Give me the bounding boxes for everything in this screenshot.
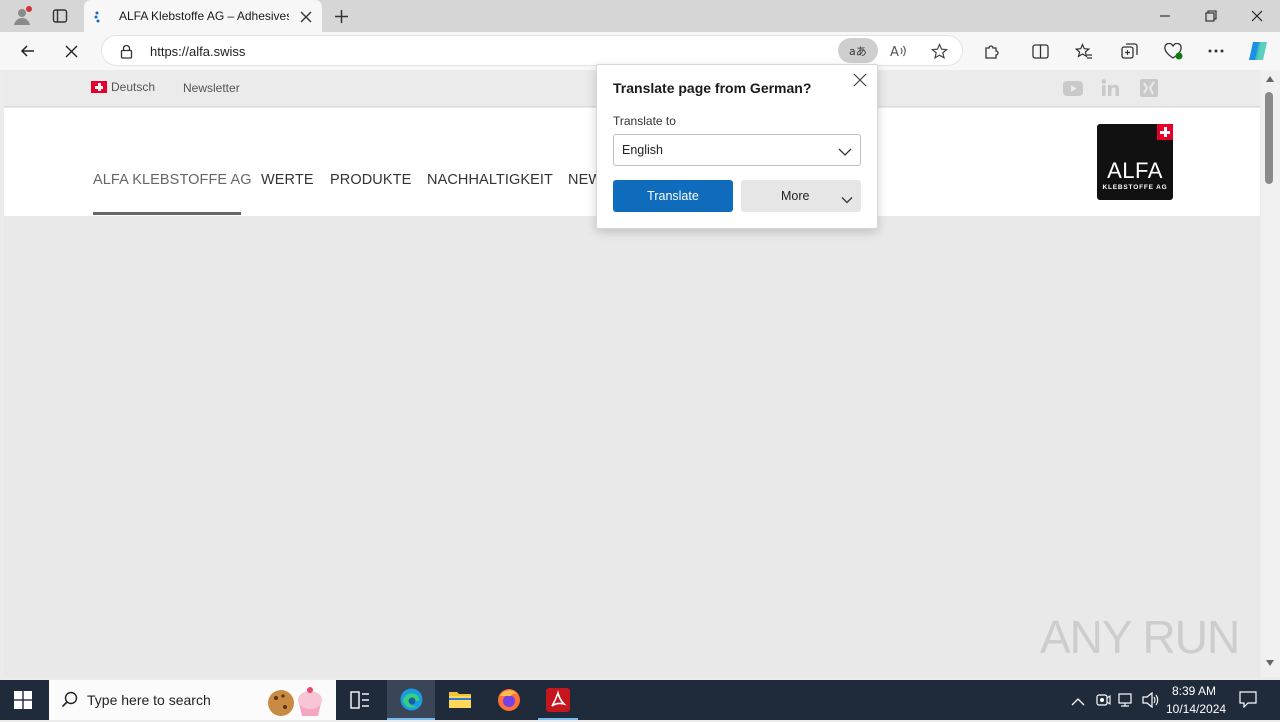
- read-aloud-icon[interactable]: A: [888, 41, 910, 61]
- translate-button[interactable]: Translate: [613, 180, 733, 212]
- start-button-icon[interactable]: [14, 691, 34, 709]
- network-icon[interactable]: [1118, 692, 1135, 713]
- swiss-flag-icon: [91, 81, 107, 93]
- watermark: ANY RUN: [1040, 611, 1240, 663]
- search-icon: [61, 691, 78, 713]
- nav-produkte[interactable]: PRODUKTE: [330, 172, 411, 188]
- nav-alfa-klebstoffe[interactable]: ALFA KLEBSTOFFE AG: [93, 172, 252, 188]
- stop-loading-icon[interactable]: [61, 41, 81, 61]
- extensions-icon[interactable]: [980, 40, 1002, 62]
- profile-icon[interactable]: [10, 5, 34, 27]
- svg-text:aあ: aあ: [849, 45, 867, 58]
- logo-text: ALFA: [1107, 158, 1163, 183]
- chevron-down-icon: [838, 144, 852, 162]
- browser-title-bar: ALFA Klebstoffe AG – Adhesives...: [0, 0, 1280, 33]
- edge-icon: [399, 687, 424, 717]
- language-label: Deutsch: [111, 80, 156, 94]
- more-menu-icon[interactable]: [1205, 40, 1227, 62]
- url-text: https://alfa.swiss: [150, 44, 246, 59]
- more-button[interactable]: More: [741, 180, 861, 212]
- active-nav-underline: [93, 212, 241, 215]
- page-scrollbar[interactable]: [1261, 70, 1280, 677]
- clock-time[interactable]: 8:39 AM: [1172, 684, 1216, 698]
- translate-to-label: Translate to: [613, 114, 676, 128]
- firefox-icon[interactable]: [497, 688, 521, 712]
- linkedin-icon[interactable]: [1101, 79, 1121, 97]
- browser-essentials-icon[interactable]: [1162, 40, 1184, 62]
- more-button-label: More: [781, 189, 810, 203]
- loading-favicon-icon: [92, 9, 108, 25]
- target-language-select[interactable]: English: [613, 134, 861, 166]
- close-window-icon[interactable]: [1247, 6, 1267, 26]
- address-bar[interactable]: https://alfa.swiss aあ A: [101, 35, 963, 66]
- new-tab-icon[interactable]: [331, 6, 351, 26]
- restore-icon[interactable]: [1201, 6, 1221, 26]
- logo-swiss-cross: [1157, 124, 1173, 140]
- svg-text:A: A: [890, 45, 899, 59]
- xing-icon[interactable]: [1140, 79, 1158, 97]
- translate-popup-title: Translate page from German?: [613, 80, 812, 96]
- search-highlight-icon: [265, 683, 327, 717]
- back-icon[interactable]: [17, 41, 39, 61]
- translate-icon: aあ: [849, 45, 867, 58]
- split-screen-icon[interactable]: [1029, 40, 1051, 62]
- notification-icon[interactable]: [1239, 691, 1257, 713]
- youtube-icon[interactable]: [1063, 81, 1083, 96]
- acrobat-taskbar-app[interactable]: [534, 680, 582, 720]
- more-chevron-down-icon: [841, 191, 853, 209]
- scroll-up-icon[interactable]: [1266, 76, 1274, 82]
- logo-subtext: KLEBSTOFFE AG: [1102, 184, 1168, 191]
- language-switch[interactable]: Deutsch: [91, 80, 155, 94]
- task-view-icon[interactable]: [350, 691, 370, 709]
- search-placeholder: Type here to search: [87, 692, 211, 708]
- collections-icon[interactable]: [1118, 40, 1140, 62]
- nav-werte[interactable]: WERTE: [261, 172, 314, 188]
- windows-taskbar: Type here to search 8:39 AM 10/14/2024: [0, 680, 1280, 720]
- close-popup-icon[interactable]: [853, 73, 869, 89]
- translate-button-label: Translate: [647, 189, 699, 203]
- tab-title: ALFA Klebstoffe AG – Adhesives...: [119, 9, 289, 23]
- alfa-logo[interactable]: ALFA KLEBSTOFFE AG: [1097, 124, 1173, 200]
- translate-active-button[interactable]: aあ: [838, 38, 878, 63]
- meet-now-icon[interactable]: [1095, 692, 1111, 713]
- edge-taskbar-app[interactable]: [387, 680, 435, 720]
- newsletter-link[interactable]: Newsletter: [183, 81, 240, 95]
- selected-language: English: [622, 143, 663, 157]
- scrollbar-thumb[interactable]: [1265, 92, 1273, 184]
- taskbar-search-box[interactable]: Type here to search: [49, 680, 336, 720]
- tab-actions-icon[interactable]: [50, 6, 70, 26]
- volume-icon[interactable]: [1142, 691, 1160, 713]
- copilot-icon[interactable]: [1245, 39, 1271, 63]
- scroll-down-icon[interactable]: [1266, 660, 1274, 666]
- close-tab-icon[interactable]: [297, 8, 315, 26]
- active-tab[interactable]: ALFA Klebstoffe AG – Adhesives...: [84, 0, 322, 33]
- nav-nachhaltigkeit[interactable]: NACHHALTIGKEIT: [427, 172, 553, 188]
- favorites-icon[interactable]: [1073, 40, 1095, 62]
- translate-popup: Translate page from German? Translate to…: [596, 64, 878, 229]
- file-explorer-icon[interactable]: [448, 689, 472, 711]
- clock-date[interactable]: 10/14/2024: [1166, 702, 1226, 716]
- acrobat-icon: [546, 688, 570, 712]
- show-hidden-icons[interactable]: [1071, 694, 1085, 712]
- favorite-star-icon[interactable]: [928, 41, 950, 61]
- minimize-icon[interactable]: [1155, 6, 1175, 26]
- lock-icon[interactable]: [118, 43, 134, 59]
